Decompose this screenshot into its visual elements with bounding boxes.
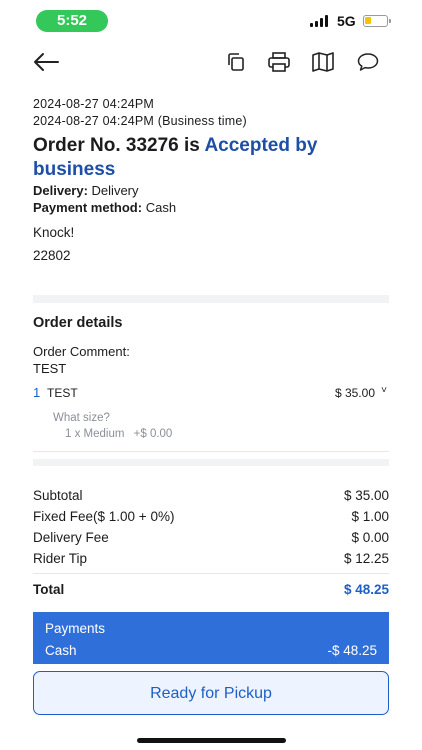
item-name: TEST — [47, 386, 78, 400]
payment-method-info: Payment method: Cash — [33, 199, 389, 216]
subtotal-label: Subtotal — [33, 488, 83, 503]
map-icon[interactable] — [309, 48, 337, 76]
divider-line — [33, 573, 389, 574]
section-divider — [33, 295, 389, 303]
order-note-line-1: Knock! — [33, 225, 75, 240]
network-type: 5G — [337, 13, 356, 29]
delivery-info: Delivery: Delivery — [33, 182, 389, 199]
order-comment-value: TEST — [33, 361, 67, 376]
order-timestamp: 2024-08-27 04:24PM — [33, 97, 155, 111]
order-details-title: Order details — [33, 315, 123, 331]
order-title: Order No. 33276 is Accepted by business — [33, 134, 389, 182]
back-arrow-icon[interactable] — [32, 48, 60, 76]
order-title-prefix: Order No. 33276 is — [33, 135, 200, 156]
payments-title: Payments — [45, 621, 106, 636]
chevron-down-icon[interactable]: ˅ — [381, 385, 387, 396]
chat-bubble-icon[interactable] — [354, 48, 382, 76]
payment-method-label: Payment method: — [33, 200, 143, 215]
divider-line — [33, 451, 389, 452]
payment-method: Cash — [45, 643, 77, 658]
rider-tip-value: $ 12.25 — [343, 551, 389, 566]
business-timestamp: 2024-08-27 04:24PM (Business time) — [33, 114, 247, 128]
delivery-value: Delivery — [91, 183, 139, 198]
delivery-fee-label: Delivery Fee — [33, 530, 109, 545]
status-time: 5:52 — [36, 10, 108, 32]
order-note-line-2: 22802 — [33, 248, 71, 263]
item-option-value: 1 x Medium +$ 0.00 — [65, 428, 172, 440]
home-indicator[interactable] — [137, 738, 286, 743]
cellular-signal-icon — [310, 15, 330, 27]
fixed-fee-value: $ 1.00 — [351, 509, 389, 524]
order-comment-label: Order Comment: — [33, 344, 130, 359]
item-option-choice: 1 x Medium — [65, 428, 125, 440]
payments-panel: Payments Cash -$ 48.25 — [33, 612, 389, 664]
order-header: 2024-08-27 04:24PM 2024-08-27 04:24PM (B… — [33, 96, 389, 266]
battery-icon — [363, 15, 391, 27]
item-option-label: What size? — [53, 412, 110, 424]
payment-method-value: Cash — [145, 200, 177, 215]
payment-row: Cash -$ 48.25 — [45, 643, 377, 661]
item-option-price: +$ 0.00 — [133, 428, 173, 440]
item-price: $ 35.00 — [334, 386, 375, 400]
total-label: Total — [33, 582, 65, 597]
subtotal-value: $ 35.00 — [343, 488, 389, 503]
copy-icon[interactable] — [222, 48, 250, 76]
ready-for-pickup-button[interactable]: Ready for Pickup — [33, 671, 389, 715]
payment-amount: -$ 48.25 — [327, 643, 377, 658]
fixed-fee-label: Fixed Fee($ 1.00 + 0%) — [33, 509, 175, 524]
status-bar: 5:52 5G — [0, 0, 422, 40]
toolbar — [0, 44, 422, 80]
rider-tip-label: Rider Tip — [33, 551, 88, 566]
order-item-row[interactable]: 1 TEST $ 35.00 ˅ — [33, 385, 389, 403]
delivery-fee-value: $ 0.00 — [351, 530, 389, 545]
delivery-label: Delivery: — [33, 183, 88, 198]
item-quantity: 1 — [33, 385, 41, 400]
print-icon[interactable] — [265, 48, 293, 76]
section-divider — [33, 459, 389, 466]
battery-fill — [365, 17, 371, 24]
total-value: $ 48.25 — [343, 582, 389, 597]
